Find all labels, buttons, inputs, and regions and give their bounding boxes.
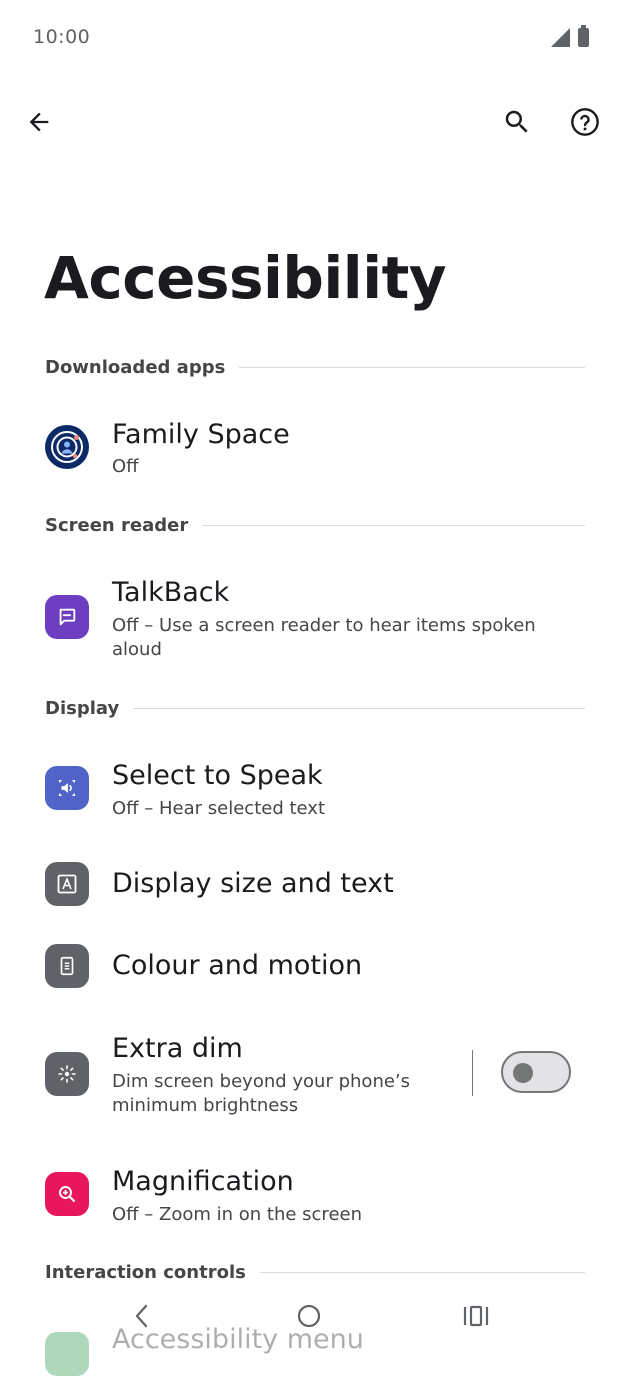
select-to-speak-icon — [45, 766, 89, 810]
nav-back-button[interactable] — [112, 1290, 172, 1342]
section-label: Interaction controls — [45, 1262, 246, 1283]
signal-icon — [551, 28, 570, 47]
section-header-downloaded-apps: Downloaded apps — [45, 357, 585, 378]
extra-dim-icon — [45, 1052, 89, 1096]
list-item-family-space[interactable]: Family Space Off — [0, 405, 619, 489]
navigation-bar — [0, 1290, 619, 1342]
section-label: Display — [45, 698, 120, 719]
family-space-icon — [45, 425, 89, 469]
status-bar: 10:00 — [0, 0, 619, 76]
list-item-talkback[interactable]: TalkBack Off – Use a screen reader to he… — [0, 563, 619, 673]
list-item-select-to-speak[interactable]: Select to Speak Off – Hear selected text — [0, 746, 619, 830]
magnification-icon — [45, 1172, 89, 1216]
nav-back-icon — [135, 1304, 148, 1328]
help-button[interactable] — [553, 90, 617, 154]
status-time: 10:00 — [33, 26, 91, 48]
item-title: Select to Speak — [112, 760, 323, 791]
item-subtitle: Off – Hear selected text — [112, 798, 326, 819]
battery-icon — [578, 25, 589, 47]
section-divider — [133, 708, 585, 709]
section-header-interaction-controls: Interaction controls — [45, 1262, 585, 1283]
list-item-colour-and-motion[interactable]: Colour and motion — [0, 923, 619, 1011]
item-subtitle: Off — [112, 456, 139, 477]
toggle-knob — [513, 1063, 533, 1083]
nav-recents-icon — [463, 1305, 489, 1327]
nav-home-button[interactable] — [279, 1290, 339, 1342]
section-header-display: Display — [45, 698, 585, 719]
section-label: Screen reader — [45, 515, 189, 536]
status-icons — [551, 25, 589, 47]
section-divider — [239, 367, 585, 368]
item-title: TalkBack — [112, 577, 230, 608]
page-title: Accessibility — [44, 244, 447, 312]
section-header-screen-reader: Screen reader — [45, 515, 585, 536]
back-arrow-icon — [29, 112, 49, 132]
extra-dim-toggle[interactable] — [501, 1051, 571, 1093]
toggle-divider — [472, 1050, 473, 1096]
item-subtitle: Dim screen beyond your phone’s minimum b… — [112, 1071, 411, 1116]
section-divider — [259, 1272, 585, 1273]
section-label: Downloaded apps — [45, 357, 226, 378]
display-size-icon — [45, 862, 89, 906]
section-divider — [202, 525, 585, 526]
talkback-icon — [45, 595, 89, 639]
nav-recents-button[interactable] — [446, 1290, 506, 1342]
search-button[interactable] — [485, 90, 549, 154]
back-button[interactable] — [7, 90, 71, 154]
colour-motion-icon — [45, 944, 89, 988]
item-title: Magnification — [112, 1166, 294, 1197]
list-item-magnification[interactable]: Magnification Off – Zoom in on the scree… — [0, 1152, 619, 1236]
item-title: Family Space — [112, 419, 290, 450]
item-title: Display size and text — [112, 868, 394, 899]
app-bar — [0, 90, 619, 154]
help-icon — [571, 108, 599, 136]
search-icon — [505, 110, 528, 133]
item-subtitle: Off – Zoom in on the screen — [112, 1204, 362, 1225]
item-subtitle: Off – Use a screen reader to hear items … — [112, 615, 536, 660]
nav-home-icon — [297, 1304, 321, 1328]
list-item-display-size-and-text[interactable]: Display size and text — [0, 840, 619, 928]
item-title: Colour and motion — [112, 950, 363, 981]
item-title: Extra dim — [112, 1033, 243, 1064]
